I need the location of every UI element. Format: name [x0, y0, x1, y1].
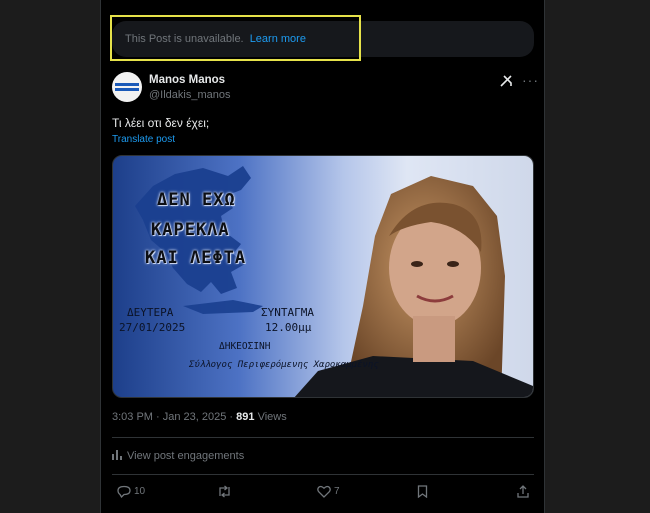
more-options-icon[interactable]: ··· — [522, 72, 539, 88]
post-meta: 3:03 PM · Jan 23, 2025 · 891 Views — [112, 411, 287, 423]
post-text: Τι λέει οτι δεν έχει; — [112, 116, 210, 130]
right-gutter — [545, 0, 650, 513]
poster-date: 27/01/2025 — [119, 321, 186, 334]
poster-line3: ΚΑΙ ΛΕΦΤΑ — [145, 248, 247, 268]
like-count: 7 — [334, 486, 340, 497]
learn-more-link[interactable]: Learn more — [250, 33, 306, 45]
like-button[interactable]: 7 — [317, 485, 340, 498]
view-engagements-link[interactable]: View post engagements — [112, 450, 244, 462]
views-count: 891 — [236, 411, 255, 423]
poster-org: ΔΗΚΕΟΣΙΝΗ — [219, 341, 271, 352]
bookmark-icon — [417, 485, 428, 498]
poster-line2: ΚΑΡΕΚΛΑ — [151, 220, 230, 240]
poster-time: 12.00μμ — [265, 321, 312, 334]
author-name[interactable]: Manos Manos — [149, 74, 225, 86]
reply-count: 10 — [134, 486, 146, 497]
reply-icon — [117, 485, 131, 498]
post-column: This Post is unavailable. Learn more Man… — [100, 0, 545, 513]
share-icon — [517, 485, 529, 498]
divider-top — [112, 437, 534, 438]
reply-button[interactable]: 10 — [117, 485, 145, 498]
left-gutter — [0, 0, 100, 513]
analytics-icon — [112, 450, 122, 460]
poster-place: ΣΥΝΤΑΓΜΑ — [261, 306, 314, 319]
poster-line1: ΔΕΝ ΕΧΩ — [157, 190, 236, 210]
repost-button[interactable] — [217, 485, 235, 498]
bookmark-button[interactable] — [417, 485, 428, 498]
post-timestamp[interactable]: 3:03 PM · Jan 23, 2025 · — [112, 411, 233, 423]
heart-icon — [317, 485, 331, 498]
translate-post-link[interactable]: Translate post — [112, 134, 175, 145]
avatar[interactable] — [112, 72, 142, 102]
divider-bottom — [112, 474, 534, 475]
author-handle[interactable]: @Ildakis_manos — [149, 89, 230, 101]
unavailable-post-notice: This Post is unavailable. Learn more — [112, 21, 534, 57]
poster-day: ΔΕΥΤΕΡΑ — [127, 306, 174, 319]
grok-icon[interactable] — [499, 74, 513, 88]
view-engagements-label: View post engagements — [127, 450, 245, 462]
action-bar: 10 7 — [112, 485, 534, 503]
share-button[interactable] — [517, 485, 529, 498]
views-label: Views — [257, 411, 287, 423]
unavailable-text: This Post is unavailable. — [125, 33, 244, 45]
post-image[interactable]: ΔΕΝ ΕΧΩ ΚΑΡΕΚΛΑ ΚΑΙ ΛΕΦΤΑ ΔΕΥΤΕΡΑ 27/01/… — [112, 155, 534, 398]
repost-icon — [219, 485, 230, 498]
poster-assoc: Σύλλογος Περιφερόμενης Χαροκαμμένης — [189, 360, 379, 370]
